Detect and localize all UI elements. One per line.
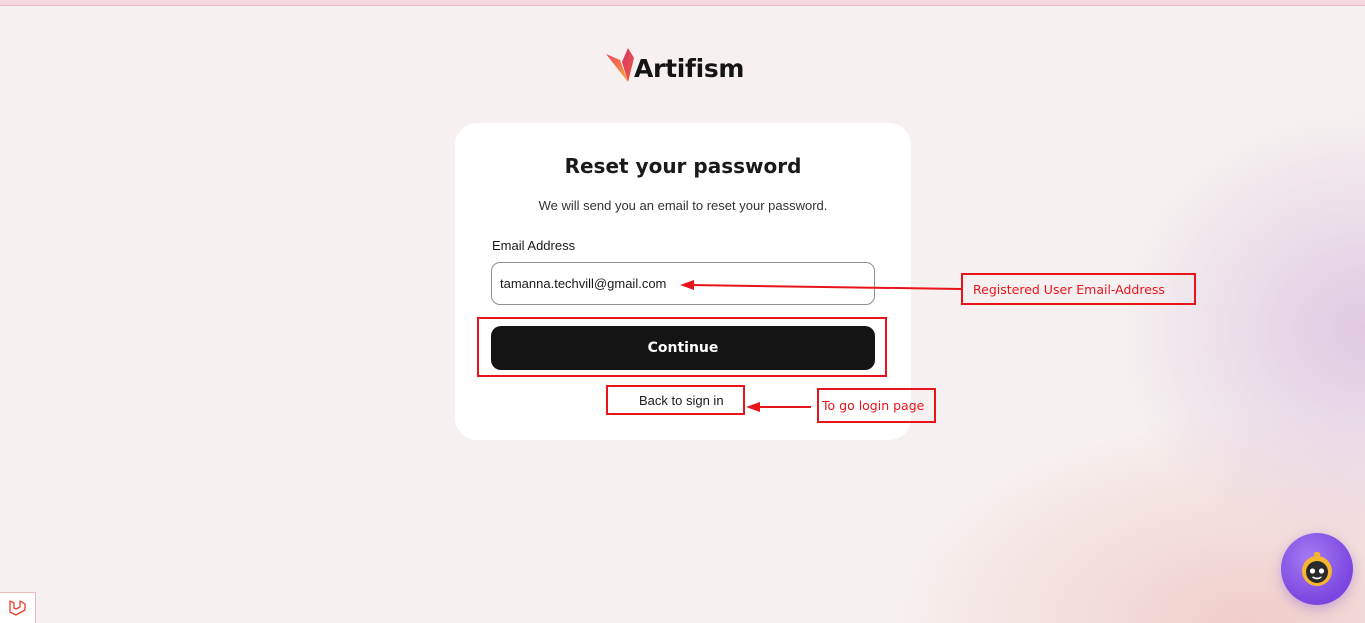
continue-highlight-box: [477, 317, 887, 377]
laravel-icon: [8, 600, 26, 616]
laravel-debug-badge[interactable]: [0, 592, 36, 623]
chatbot-icon: [1302, 552, 1332, 586]
email-input[interactable]: [491, 262, 875, 305]
page-subtitle: We will send you an email to reset your …: [538, 198, 828, 213]
chatbot-button[interactable]: [1281, 533, 1353, 605]
back-link-highlight-box: [606, 385, 745, 415]
email-annotation-label: Registered User Email-Address: [961, 273, 1196, 305]
top-strip: [0, 0, 1365, 6]
back-annotation-label: To go login page: [817, 388, 936, 423]
brand-name: Artifism: [634, 53, 745, 83]
email-label: Email Address: [492, 238, 576, 253]
page-title: Reset your password: [564, 154, 802, 178]
brand-logo: Artifism: [604, 44, 744, 86]
